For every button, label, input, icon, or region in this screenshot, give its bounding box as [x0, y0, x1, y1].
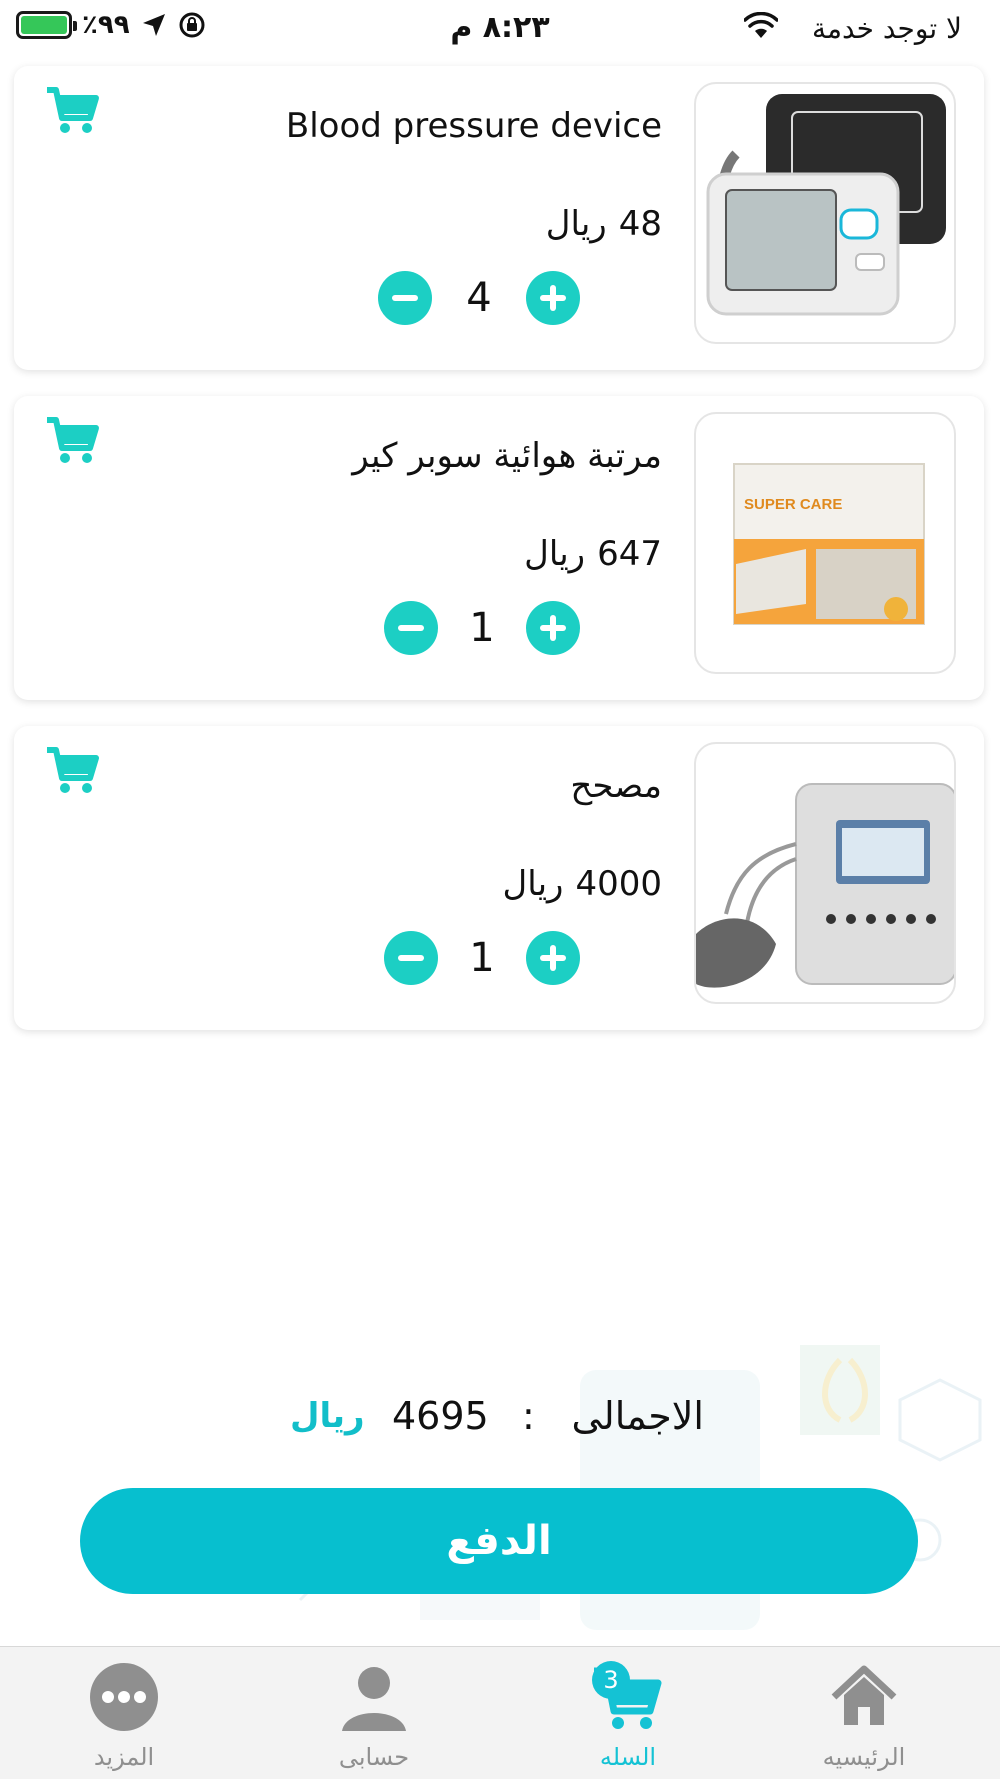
cart-item-card[interactable]: مصحح 4000 ريال 1 [14, 726, 984, 1030]
product-price: 647 ريال [524, 534, 662, 574]
product-image [694, 82, 956, 344]
product-name: مصحح [570, 766, 662, 806]
cart-icon[interactable] [44, 744, 100, 800]
product-price: 4000 ريال [503, 864, 662, 904]
decrease-quantity-button[interactable] [384, 931, 438, 985]
cart-item-card[interactable]: Blood pressure device 48 ريال 4 [14, 66, 984, 370]
increase-quantity-button[interactable] [526, 931, 580, 985]
product-name: مرتبة هوائية سوبر كير [352, 436, 662, 476]
total-colon: : [522, 1394, 535, 1438]
total-currency: ريال [290, 1396, 365, 1436]
pay-button[interactable]: الدفع [80, 1488, 918, 1594]
tab-bar: الرئيسيه 3 السله حسابى المزيد [0, 1646, 1000, 1779]
tab-cart[interactable]: 3 السله [548, 1661, 708, 1771]
price-value: 647 [597, 534, 662, 574]
svg-text:SUPER CARE: SUPER CARE [744, 496, 842, 513]
status-carrier: لا توجد خدمة [811, 12, 962, 45]
more-icon [90, 1663, 158, 1731]
price-currency: ريال [502, 864, 564, 904]
price-value: 4000 [575, 864, 662, 904]
home-icon [831, 1665, 897, 1725]
quantity-value: 4 [466, 275, 492, 321]
user-icon [342, 1667, 406, 1731]
product-image [694, 742, 956, 1004]
cart-icon[interactable] [44, 84, 100, 140]
tab-account[interactable]: حسابى [294, 1661, 454, 1771]
tab-label: حسابى [338, 1743, 410, 1771]
tab-home[interactable]: الرئيسيه [784, 1661, 944, 1771]
status-bar: ٪٩٩ ٨:٢٣ م لا توجد خدمة [0, 0, 1000, 54]
quantity-value: 1 [469, 605, 495, 651]
cart-count-badge: 3 [592, 1661, 630, 1699]
wifi-icon [744, 12, 778, 38]
price-currency: ريال [545, 204, 607, 244]
increase-quantity-button[interactable] [526, 601, 580, 655]
price-value: 48 [618, 204, 662, 244]
tab-label: الرئيسيه [822, 1743, 906, 1771]
cart-item-card[interactable]: SUPER CARE مرتبة هوائية سوبر كير 647 ريال… [14, 396, 984, 700]
quantity-stepper: 4 [378, 271, 580, 325]
total-row: الاجمالى : 4695 ريال [0, 1394, 1000, 1454]
cart-icon[interactable] [44, 414, 100, 470]
increase-quantity-button[interactable] [526, 271, 580, 325]
total-value: 4695 [392, 1394, 489, 1438]
tab-label: السله [599, 1743, 657, 1771]
product-image: SUPER CARE [694, 412, 956, 674]
price-currency: ريال [524, 534, 586, 574]
tab-more[interactable]: المزيد [44, 1661, 204, 1771]
quantity-stepper: 1 [384, 931, 580, 985]
product-name: Blood pressure device [285, 106, 662, 146]
quantity-stepper: 1 [384, 601, 580, 655]
decrease-quantity-button[interactable] [384, 601, 438, 655]
product-price: 48 ريال [546, 204, 662, 244]
decrease-quantity-button[interactable] [378, 271, 432, 325]
tab-label: المزيد [93, 1743, 155, 1771]
total-label: الاجمالى [571, 1394, 704, 1438]
quantity-value: 1 [469, 935, 495, 981]
